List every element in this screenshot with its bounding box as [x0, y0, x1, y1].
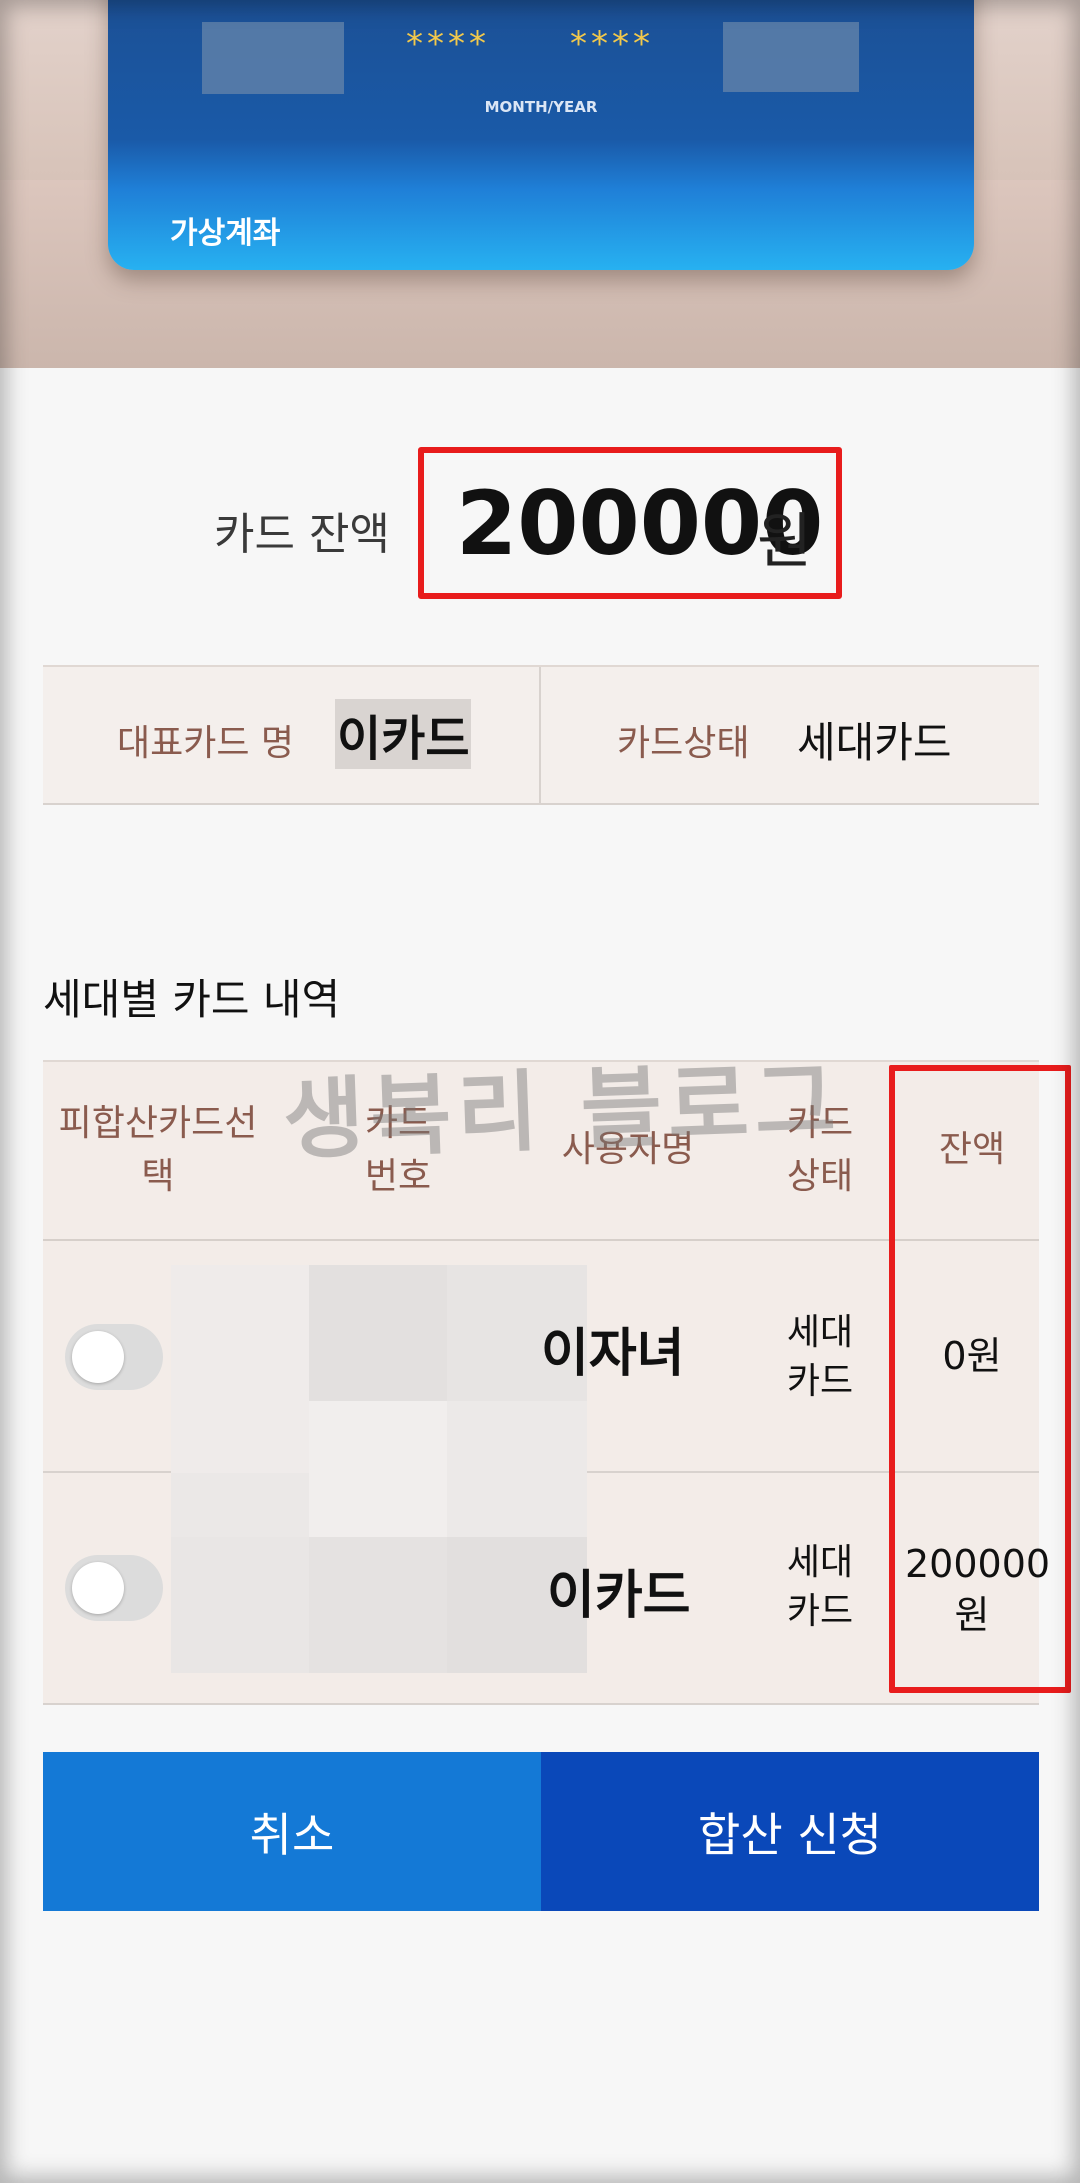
card-number-blur [309, 1537, 449, 1673]
card-number-blur [447, 1401, 587, 1473]
household-card-history-title: 세대별 카드 내역 [43, 975, 341, 1024]
info-divider [539, 667, 541, 803]
representative-card-name-value: 이카드 [335, 699, 472, 769]
card-balance-unit: 원 [757, 507, 813, 577]
card-info-strip: 대표카드 명 이카드 카드상태 세대카드 [43, 665, 1039, 805]
card-number-blur [171, 1537, 311, 1673]
card-number-masked-left [202, 22, 344, 94]
card-number-blur [309, 1401, 449, 1473]
card-number-blur [171, 1473, 311, 1537]
card-number-blur [447, 1473, 587, 1537]
apply-sum-button[interactable]: 합산 신청 [541, 1752, 1039, 1911]
card-number-blur [309, 1473, 449, 1537]
card-number-masked-right [723, 22, 859, 92]
header-select: 피합산카드선 택 [58, 1103, 258, 1197]
card-number-blur [309, 1265, 449, 1401]
virtual-card-image: **** **** MONTH/YEAR 가상계좌 [108, 0, 974, 270]
select-toggle[interactable] [65, 1555, 163, 1621]
virtual-account-label: 가상계좌 [170, 216, 281, 251]
user-name-cell: 이자녀 [541, 1324, 685, 1384]
cancel-button[interactable]: 취소 [43, 1752, 541, 1911]
card-number-stars-right: **** [570, 24, 654, 64]
card-status-cell: 세대 카드 [786, 1312, 854, 1402]
select-toggle[interactable] [65, 1324, 163, 1390]
toggle-knob [72, 1562, 124, 1614]
balance-column-highlight-box [889, 1065, 1071, 1693]
card-number-blur [171, 1265, 311, 1473]
card-status-cell: 세대 카드 [786, 1542, 854, 1632]
user-name-cell: 이카드 [547, 1566, 691, 1626]
card-expiry-label: MONTH/YEAR [484, 98, 598, 116]
representative-card-name-label: 대표카드 명 [117, 723, 295, 764]
card-balance-label: 카드 잔액 [214, 509, 390, 560]
blog-watermark: 생복리 블로그 [281, 1049, 844, 1172]
card-status-value: 세대카드 [797, 718, 952, 767]
toggle-knob [72, 1331, 124, 1383]
card-number-stars-left: **** [406, 24, 490, 64]
card-hero: **** **** MONTH/YEAR 가상계좌 [0, 0, 1080, 368]
card-status-label: 카드상태 [617, 723, 750, 764]
